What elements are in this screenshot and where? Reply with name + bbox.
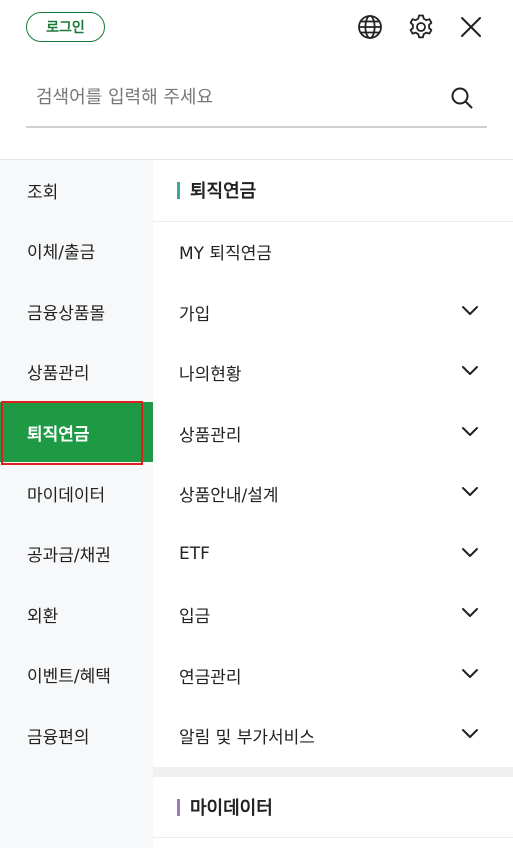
left-nav-item[interactable]: 외환 (0, 584, 153, 644)
submenu-item[interactable]: 알림 및 부가서비스 (153, 705, 513, 765)
search-icon[interactable] (448, 84, 476, 112)
left-nav-item-active[interactable]: 퇴직연금 (0, 402, 153, 462)
section-header: 마이데이터 (153, 777, 513, 837)
left-nav-item[interactable]: 마이데이터 (0, 463, 153, 523)
search-input[interactable] (36, 82, 436, 112)
menu-page: 로그인 검색어를 입력해 주세요 조회 이체/출금 금융상품몰 상품관리 퇴직연… (0, 0, 513, 848)
submenu-label: 상품관리 (179, 425, 242, 446)
chevron-down-icon (462, 548, 478, 557)
submenu-item[interactable]: 상품관리 (153, 403, 513, 463)
left-nav-item[interactable]: 금융편의 (0, 705, 153, 765)
section-title: 퇴직연금 (190, 181, 257, 202)
left-nav-item[interactable]: 조회 (0, 160, 153, 220)
gear-icon[interactable] (406, 12, 436, 42)
search-bar (26, 72, 487, 128)
chevron-down-icon (462, 306, 478, 315)
close-icon[interactable] (456, 12, 486, 42)
section-title: 마이데이터 (190, 798, 273, 819)
submenu-label: 연금관리 (179, 667, 242, 688)
section-gap (153, 767, 513, 777)
left-nav-item[interactable]: 이체/출금 (0, 220, 153, 280)
submenu-item[interactable]: 연금관리 (153, 645, 513, 705)
chevron-down-icon (462, 729, 478, 738)
submenu-label: 상품안내/설계 (179, 485, 279, 506)
section-accent-bar (177, 798, 180, 816)
submenu-label: 가입 (179, 304, 211, 325)
submenu-item[interactable]: 가입 (153, 282, 513, 342)
chevron-down-icon (462, 366, 478, 375)
submenu-item[interactable]: MY 퇴직연금 (153, 221, 513, 281)
section-header: 퇴직연금 (153, 160, 513, 220)
globe-icon[interactable] (355, 12, 385, 42)
chevron-down-icon (462, 669, 478, 678)
submenu-label: MY 퇴직연금 (179, 243, 273, 264)
left-nav-item[interactable]: 상품관리 (0, 341, 153, 401)
chevron-down-icon (462, 487, 478, 496)
section-divider (153, 837, 513, 838)
left-nav-item[interactable]: 공과금/채권 (0, 523, 153, 583)
left-category-nav: 조회 이체/출금 금융상품몰 상품관리 퇴직연금 마이데이터 공과금/채권 외환… (0, 160, 153, 848)
submenu-item[interactable]: 입금 (153, 584, 513, 644)
chevron-down-icon (462, 427, 478, 436)
left-nav-item[interactable]: 금융상품몰 (0, 281, 153, 341)
submenu-item[interactable]: 상품안내/설계 (153, 463, 513, 523)
submenu-label: ETF (179, 544, 210, 564)
submenu-panel: 퇴직연금 MY 퇴직연금 가입 나의현황 상품관리 상품안내/설계 ETF 입금 (153, 160, 513, 848)
submenu-label: 입금 (179, 606, 211, 627)
left-nav-item[interactable]: 이벤트/혜택 (0, 644, 153, 704)
login-button[interactable]: 로그인 (26, 12, 105, 42)
submenu-item[interactable]: ETF (153, 524, 513, 584)
top-bar: 로그인 (0, 0, 513, 56)
submenu-item[interactable]: 나의현황 (153, 342, 513, 402)
submenu-label: 알림 및 부가서비스 (179, 727, 315, 748)
submenu-label: 나의현황 (179, 364, 242, 385)
chevron-down-icon (462, 608, 478, 617)
section-accent-bar (177, 181, 180, 199)
